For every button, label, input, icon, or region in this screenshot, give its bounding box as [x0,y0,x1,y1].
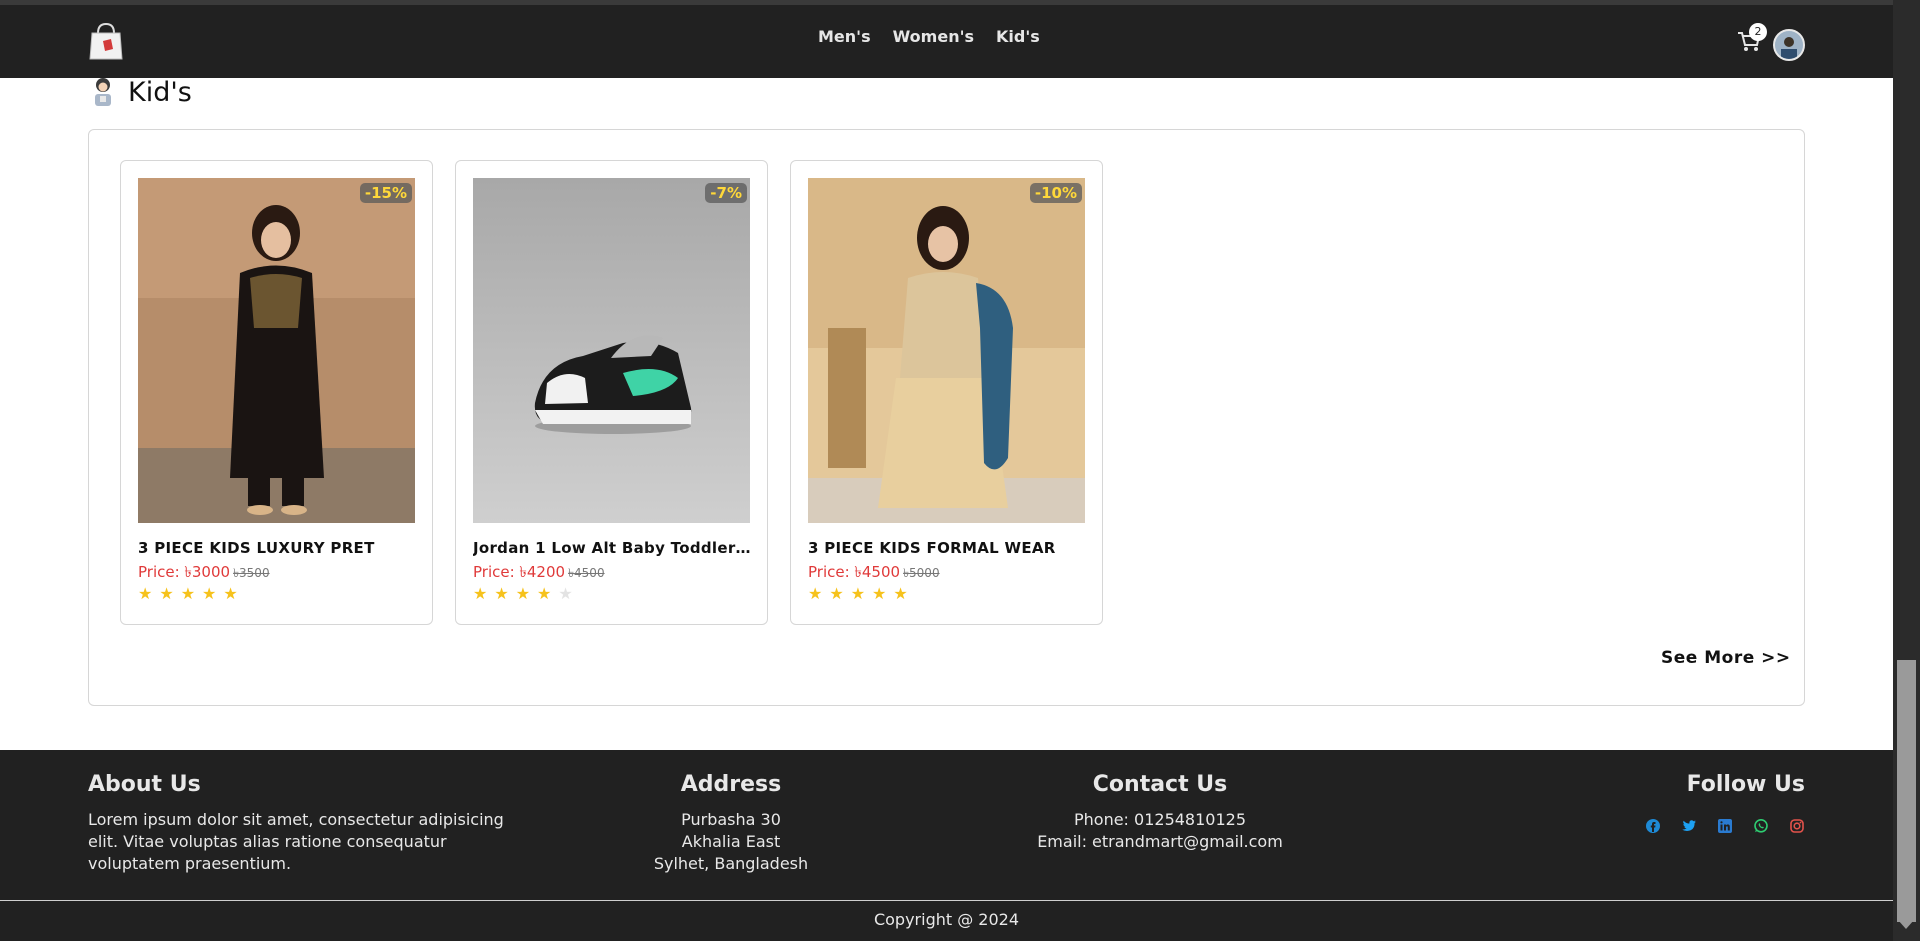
see-more-link[interactable]: See More >> [1661,648,1791,668]
star-icon: ★ [872,584,887,603]
social-links [1645,818,1805,834]
star-icon: ★ [850,584,866,603]
kid-icon [95,78,111,106]
product-card[interactable]: -15% 3 PIECE KIDS LUXURY PRET Price: ৳30… [120,160,433,625]
star-empty-icon: ★ [558,584,573,603]
rating-stars: ★ ★ ★ ★ ★ [808,586,908,602]
nav-womens[interactable]: Women's [893,27,974,46]
star-icon: ★ [829,584,844,603]
linkedin-icon[interactable] [1717,818,1733,834]
star-icon: ★ [893,584,908,603]
star-icon: ★ [138,584,153,603]
product-name[interactable]: 3 PIECE KIDS LUXURY PRET [138,539,418,557]
rating-stars: ★ ★ ★ ★ ★ [138,586,238,602]
product-image[interactable] [808,178,1085,523]
star-icon: ★ [159,584,174,603]
section-heading: Kid's [88,76,192,108]
footer-follow: Follow Us [1600,772,1805,797]
product-price: Price: ৳3000 ৳3500 [138,561,270,586]
discount-badge: -15% [359,183,412,203]
footer-contact: Contact Us Phone: 01254810125 Email: etr… [1010,772,1310,853]
footer-about: About Us Lorem ipsum dolor sit amet, con… [88,772,528,875]
star-icon: ★ [537,584,552,603]
user-photo-icon [1775,31,1803,59]
section-title: Kid's [128,76,192,108]
star-icon: ★ [808,584,823,603]
star-icon: ★ [494,584,509,603]
instagram-icon[interactable] [1789,818,1805,834]
about-title: About Us [88,772,201,797]
product-name[interactable]: 3 PIECE KIDS FORMAL WEAR [808,539,1088,557]
footer-address: Address Purbasha 30 Akhalia East Sylhet,… [631,772,831,875]
about-text: Lorem ipsum dolor sit amet, consectetur … [88,810,504,873]
contact-phone: Phone: 01254810125 [1073,810,1246,829]
star-icon: ★ [202,584,217,603]
twitter-icon[interactable] [1681,818,1697,834]
current-price: Price: ৳3000 [138,563,231,581]
nav-kids[interactable]: Kid's [996,27,1040,46]
product-image[interactable] [473,178,750,523]
contact-email: Email: etrandmart@gmail.com [1037,832,1283,851]
address-line: Sylhet, Bangladesh [653,854,809,873]
product-card[interactable]: -7% Jordan 1 Low Alt Baby Toddler ... Pr… [455,160,768,625]
old-price: ৳3500 [233,566,270,580]
contact-title: Contact Us [1092,772,1228,797]
discount-badge: -10% [1029,183,1082,203]
product-image[interactable] [138,178,415,523]
current-price: Price: ৳4500 [808,563,901,581]
address-title: Address [680,772,782,797]
address-line: Purbasha 30 [681,810,781,829]
product-card[interactable]: -10% 3 PIECE KIDS FORMAL WEAR Price: ৳45… [790,160,1103,625]
product-name[interactable]: Jordan 1 Low Alt Baby Toddler ... [473,539,753,557]
whatsapp-icon[interactable] [1753,818,1769,834]
footer: About Us Lorem ipsum dolor sit amet, con… [0,750,1893,900]
star-icon: ★ [473,584,488,603]
cart-count-badge: 2 [1749,23,1767,41]
scroll-down-arrow-icon[interactable] [1898,920,1914,929]
navbar: Men's Women's Kid's 2 [0,5,1893,78]
user-avatar[interactable] [1773,29,1805,61]
star-icon: ★ [515,584,531,603]
facebook-icon[interactable] [1645,818,1661,834]
discount-badge: -7% [705,183,747,203]
star-icon: ★ [223,584,238,603]
product-price: Price: ৳4200 ৳4500 [473,561,605,586]
old-price: ৳4500 [568,566,605,580]
shopping-bag-logo-icon[interactable] [88,21,124,61]
nav-mens[interactable]: Men's [818,27,871,46]
old-price: ৳5000 [903,566,940,580]
main-nav: Men's Women's Kid's [818,27,1040,46]
product-price: Price: ৳4500 ৳5000 [808,561,940,586]
current-price: Price: ৳4200 [473,563,566,581]
copyright-bar: Copyright @ 2024 [0,900,1893,941]
address-line: Akhalia East [681,832,781,851]
follow-title: Follow Us [1686,772,1805,797]
scrollbar-thumb[interactable] [1897,660,1916,922]
rating-stars: ★ ★ ★ ★ ★ [473,586,573,602]
star-icon: ★ [180,584,196,603]
